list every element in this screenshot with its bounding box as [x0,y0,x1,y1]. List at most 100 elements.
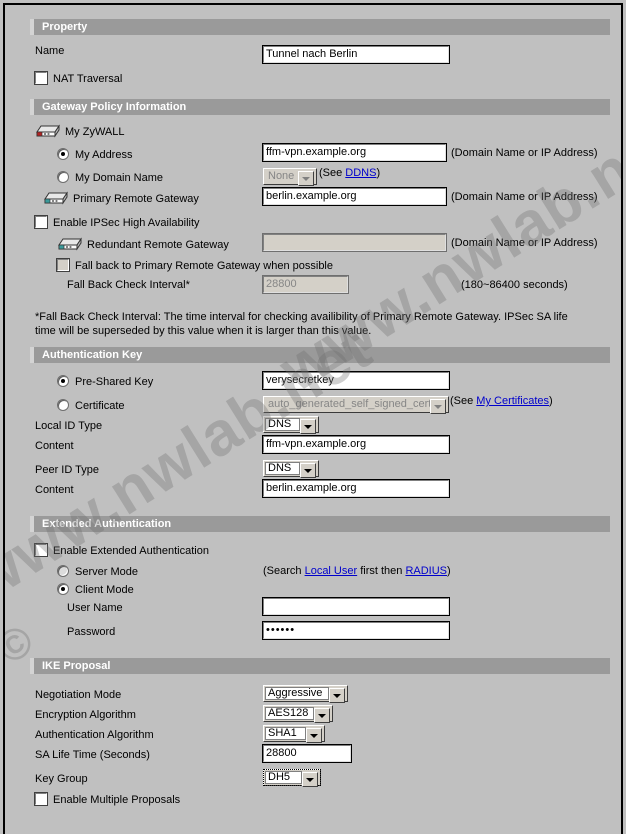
my-certificates-link[interactable]: My Certificates [476,395,549,407]
page-frame: www.nwlab.net www.nwlab.net © Property N… [3,3,623,834]
redundant-gateway-device-icon [57,237,83,252]
fallback-interval-label: Fall Back Check Interval* [67,279,190,291]
enable-ipsec-ha-checkbox[interactable] [34,215,48,229]
negotiation-mode-label: Negotiation Mode [35,689,122,701]
my-address-hint: (Domain Name or IP Address) [451,147,598,159]
row-certificate: Certificate auto_generated_self_signed_c… [35,395,610,415]
row-nat-traversal: NAT Traversal [34,69,610,86]
row-peer-id-type: Peer ID Type DNS [35,459,610,479]
certificate-radio[interactable] [57,399,69,411]
server-mode-label: Server Mode [75,566,138,578]
row-key-group: Key Group DH5 [35,768,610,788]
redundant-remote-gateway-label: Redundant Remote Gateway [87,239,229,251]
zywall-device-icon [35,124,61,139]
ddns-link[interactable]: DDNS [345,167,376,179]
my-address-input[interactable]: ffm-vpn.example.org [262,143,447,162]
section-header-extended-authentication: Extended Authentication [30,516,610,532]
primary-remote-gateway-label: Primary Remote Gateway [73,193,199,205]
chevron-down-icon [300,419,316,434]
fallback-footnote: *Fall Back Check Interval: The time inte… [35,311,568,337]
enable-extended-auth-label: Enable Extended Authentication [53,545,209,557]
search-hint-suffix: ) [447,565,451,577]
chevron-down-icon [314,708,330,723]
peer-content-input[interactable]: berlin.example.org [262,479,450,498]
chevron-down-icon [302,772,318,787]
row-auth-algorithm: Authentication Algorithm SHA1 [35,724,610,744]
local-id-type-label: Local ID Type [35,420,103,432]
auth-algorithm-select[interactable]: SHA1 [263,725,325,743]
row-negotiation-mode: Negotiation Mode Aggressive [35,684,610,704]
local-id-type-select[interactable]: DNS [263,416,319,434]
peer-id-type-label: Peer ID Type [35,464,99,476]
row-server-mode: Server Mode (Search Local User first the… [35,561,610,579]
ddns-select[interactable]: None [263,168,317,186]
my-address-radio[interactable] [57,148,69,160]
name-label: Name [35,45,65,57]
row-enable-extended-auth: Enable Extended Authentication [34,542,610,561]
pre-shared-key-input[interactable]: verysecretkey [262,371,450,390]
row-fallback-interval: Fall Back Check Interval* 28800 (180~864… [35,275,610,299]
row-peer-content: Content berlin.example.org [35,479,610,503]
certificate-select[interactable]: auto_generated_self_signed_cert [263,396,449,414]
local-content-input[interactable]: ffm-vpn.example.org [262,435,450,454]
row-client-mode: Client Mode [35,579,610,597]
name-input[interactable]: Tunnel nach Berlin [262,45,450,64]
certificate-label: Certificate [75,400,125,412]
chevron-down-icon [430,399,446,414]
row-username: User Name [35,597,610,621]
row-redundant-remote-gateway: Redundant Remote Gateway (Domain Name or… [35,233,610,257]
negotiation-mode-select[interactable]: Aggressive [263,685,348,703]
pre-shared-key-radio[interactable] [57,375,69,387]
row-password: Password •••••• [35,621,610,645]
enable-multiple-proposals-checkbox[interactable] [34,792,48,806]
search-hint-middle: first then [357,565,406,577]
search-hint-prefix: (Search [263,565,305,577]
enable-ipsec-ha-label: Enable IPSec High Availability [53,217,200,229]
local-user-link[interactable]: Local User [305,565,358,577]
username-label: User Name [67,602,123,614]
peer-id-type-select[interactable]: DNS [263,460,319,478]
client-mode-radio[interactable] [57,583,69,595]
gateway-policy-form: My ZyWALL My Address ffm-vpn.example.org… [34,124,610,299]
enable-multiple-proposals-label: Enable Multiple Proposals [53,794,181,806]
certificate-hint-suffix: ) [549,395,553,407]
primary-remote-gateway-hint: (Domain Name or IP Address) [451,191,598,203]
fallback-interval-input[interactable]: 28800 [262,275,349,294]
chevron-down-icon [306,728,322,743]
primary-remote-gateway-input[interactable]: berlin.example.org [262,187,447,206]
section-header-authentication-key: Authentication Key [30,347,610,363]
row-fallback: Fall back to Primary Remote Gateway when… [35,257,610,275]
username-input[interactable] [262,597,450,616]
certificate-hint-prefix: (See [450,395,477,407]
nat-traversal-checkbox[interactable] [34,71,48,85]
enable-extended-auth-checkbox[interactable] [34,543,48,557]
fallback-checkbox[interactable] [56,258,70,272]
row-enable-ha: Enable IPSec High Availability [34,211,610,233]
key-group-select[interactable]: DH5 [263,769,321,787]
fallback-interval-hint: (180~86400 seconds) [461,279,568,291]
row-my-address: My Address ffm-vpn.example.org (Domain N… [35,143,610,167]
row-local-id-type: Local ID Type DNS [35,415,610,435]
row-preshared-key: Pre-Shared Key verysecretkey [35,371,610,395]
row-multiple-proposals: Enable Multiple Proposals [34,788,610,807]
local-content-label: Content [35,440,74,452]
sa-life-time-label: SA Life Time (Seconds) [35,749,150,761]
redundant-remote-gateway-hint: (Domain Name or IP Address) [451,237,598,249]
client-mode-label: Client Mode [75,584,134,596]
server-mode-radio[interactable] [57,565,69,577]
extended-authentication-form: Enable Extended Authentication Server Mo… [34,542,610,645]
my-domain-name-radio[interactable] [57,171,69,183]
radius-link[interactable]: RADIUS [405,565,447,577]
row-my-domain-name: My Domain Name None (See DDNS) [35,167,610,187]
pre-shared-key-label: Pre-Shared Key [75,376,154,388]
sa-life-time-input[interactable]: 28800 [262,744,352,763]
my-zywall-label: My ZyWALL [65,126,125,138]
my-domain-name-label: My Domain Name [75,172,164,184]
ddns-hint-prefix: (See [319,167,346,179]
encryption-algorithm-select[interactable]: AES128 [263,705,333,723]
row-encryption-algorithm: Encryption Algorithm AES128 [35,704,610,724]
authentication-key-form: Pre-Shared Key verysecretkey Certificate [35,371,610,503]
ddns-hint-suffix: ) [376,167,381,179]
redundant-remote-gateway-input[interactable] [262,233,447,252]
password-input[interactable]: •••••• [262,621,450,640]
